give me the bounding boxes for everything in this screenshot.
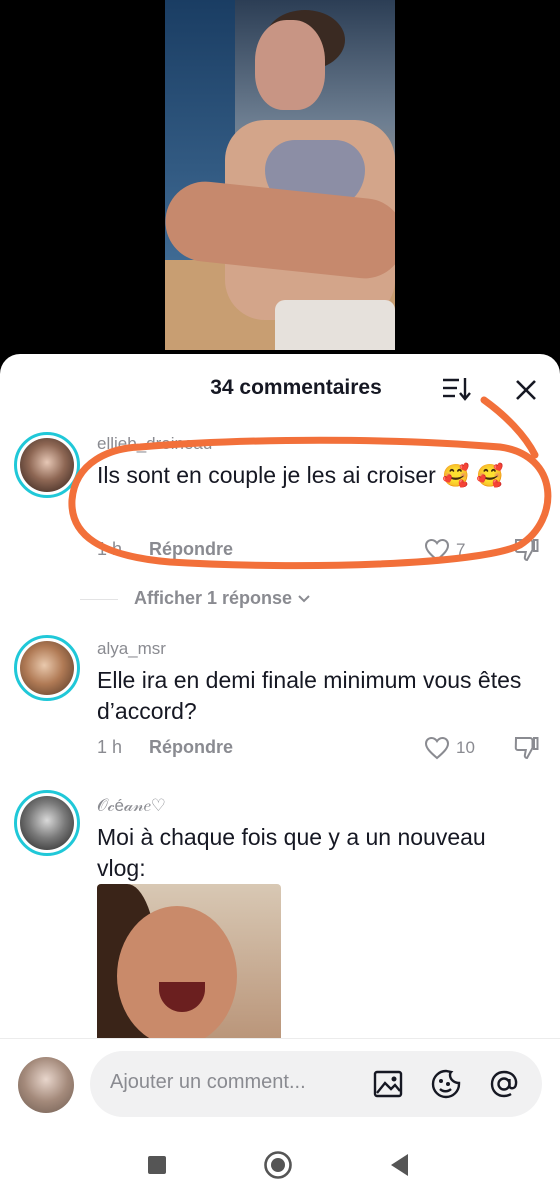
reply-button[interactable]: Répondre <box>149 737 233 757</box>
comment-time: 1 h <box>97 539 123 559</box>
show-replies-button[interactable]: Afficher 1 réponse <box>80 588 311 609</box>
avatar[interactable] <box>14 790 80 856</box>
comment-text: Moi à chaque fois que y a un nouveau vlo… <box>97 824 486 881</box>
image-icon <box>373 1070 403 1098</box>
close-button[interactable] <box>512 376 540 404</box>
back-nav-icon <box>391 1154 408 1176</box>
comment-text-body: Ils sont en couple je les ai croiser <box>97 462 436 488</box>
comment-username[interactable]: alya_msr <box>97 639 166 659</box>
dislike-button[interactable] <box>512 734 540 762</box>
close-icon <box>516 380 536 400</box>
divider <box>80 598 118 600</box>
video-person-head <box>255 20 325 110</box>
comment-username[interactable]: ellieb_dreineau <box>97 434 212 454</box>
like-button[interactable]: 10 <box>424 736 494 762</box>
comment-input-bar: Ajouter un comment... <box>0 1038 560 1134</box>
at-icon <box>490 1070 518 1098</box>
video-preview[interactable] <box>165 0 395 350</box>
reply-button[interactable]: Répondre <box>149 539 233 559</box>
dislike-icon <box>514 737 539 760</box>
sort-button[interactable] <box>441 376 471 402</box>
recent-apps-button[interactable] <box>142 1150 172 1180</box>
back-button[interactable] <box>386 1150 416 1180</box>
comments-sheet: 34 commentaires ellieb_dreineau Ils sont… <box>0 354 560 1200</box>
comments-count-title: 34 commentaires <box>210 376 382 399</box>
home-nav-icon <box>264 1151 292 1179</box>
emoji-icon <box>431 1069 461 1099</box>
dislike-icon <box>514 539 539 562</box>
home-button[interactable] <box>263 1150 293 1180</box>
comment-text: Elle ira en demi finale minimum vous ête… <box>97 667 522 724</box>
comment-text: Ils sont en couple je les ai croiser 🥰 🥰 <box>97 460 537 492</box>
sort-icon <box>443 378 471 401</box>
like-count: 10 <box>456 738 475 757</box>
avatar[interactable] <box>14 635 80 701</box>
my-avatar <box>18 1057 74 1113</box>
comment-meta: 1 h Répondre <box>97 539 233 560</box>
like-button[interactable]: 7 <box>424 538 494 564</box>
system-nav-bar <box>0 1134 560 1200</box>
smiling-hearts-emoji: 🥰 <box>475 464 504 489</box>
avatar[interactable] <box>14 432 80 498</box>
comment-username[interactable]: 𝒪𝒸é𝒶𝓃𝑒♡ <box>97 796 166 816</box>
smiling-hearts-emoji: 🥰 <box>442 464 470 489</box>
chevron-down-icon <box>298 595 310 603</box>
image-button[interactable] <box>372 1068 404 1100</box>
comment-gif-image[interactable] <box>97 884 281 1038</box>
emoji-button[interactable] <box>430 1068 462 1100</box>
comment-input[interactable]: Ajouter un comment... <box>90 1051 542 1117</box>
video-person-shorts <box>275 300 395 350</box>
square-nav-icon <box>148 1156 166 1174</box>
dislike-button[interactable] <box>512 536 540 564</box>
comment-meta: 1 h Répondre <box>97 737 233 758</box>
sheet-header: 34 commentaires <box>0 354 560 422</box>
comment-input-placeholder: Ajouter un comment... <box>110 1071 306 1093</box>
heart-icon <box>424 736 450 760</box>
mention-button[interactable] <box>488 1068 520 1100</box>
like-count: 7 <box>456 540 466 559</box>
show-replies-label: Afficher 1 réponse <box>134 588 293 608</box>
comment-time: 1 h <box>97 737 123 757</box>
heart-icon <box>424 538 450 562</box>
comments-list[interactable]: ellieb_dreineau Ils sont en couple je le… <box>0 422 560 1038</box>
